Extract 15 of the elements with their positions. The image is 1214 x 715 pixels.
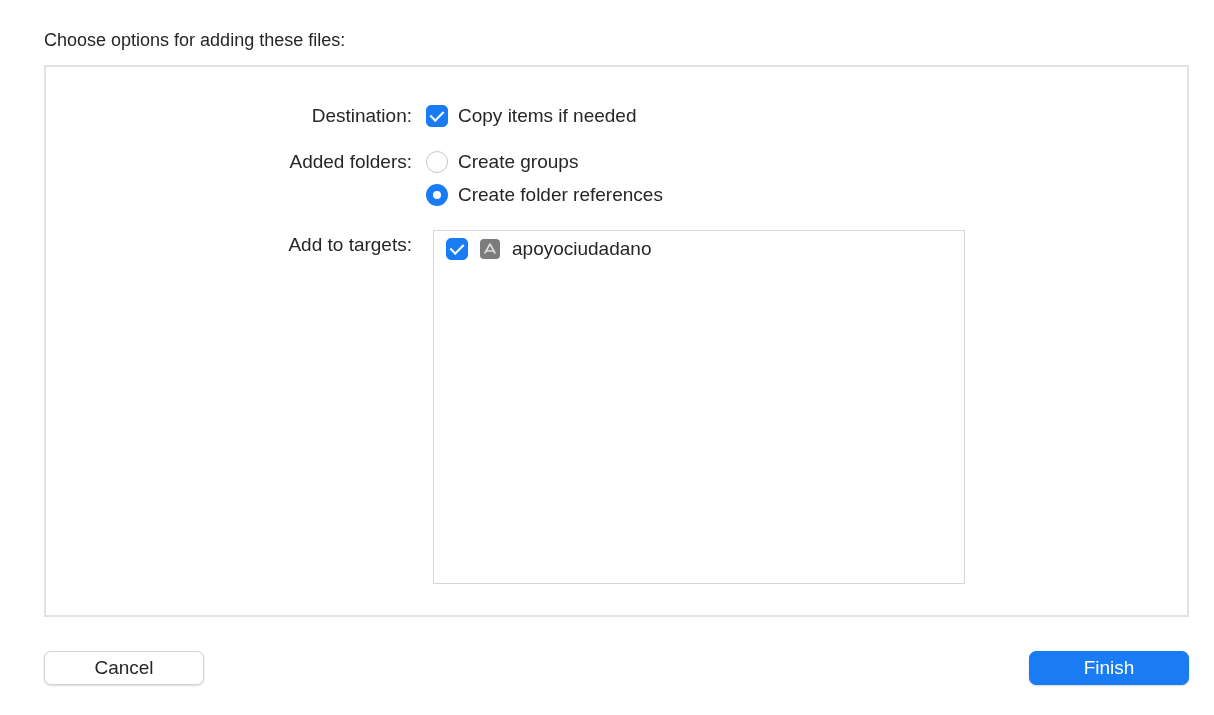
field-label: Destination:: [310, 104, 413, 128]
checkbox[interactable]: [426, 105, 448, 127]
option-label: Create groups: [458, 150, 579, 174]
radio-button[interactable]: [426, 184, 448, 206]
target-name: apoyociudadano: [512, 237, 652, 261]
checkbox[interactable]: [446, 238, 468, 260]
radio-button[interactable]: [426, 151, 448, 173]
option-label: Create folder references: [458, 183, 663, 207]
field-label: Add to targets:: [287, 233, 413, 257]
field-label: Added folders:: [288, 150, 413, 174]
cancel-button[interactable]: Cancel: [44, 651, 204, 685]
option-label: Copy items if needed: [458, 104, 637, 128]
dialog-heading: Choose options for adding these files:: [44, 30, 347, 51]
app-icon: [480, 239, 500, 259]
finish-button[interactable]: Finish: [1029, 651, 1189, 685]
